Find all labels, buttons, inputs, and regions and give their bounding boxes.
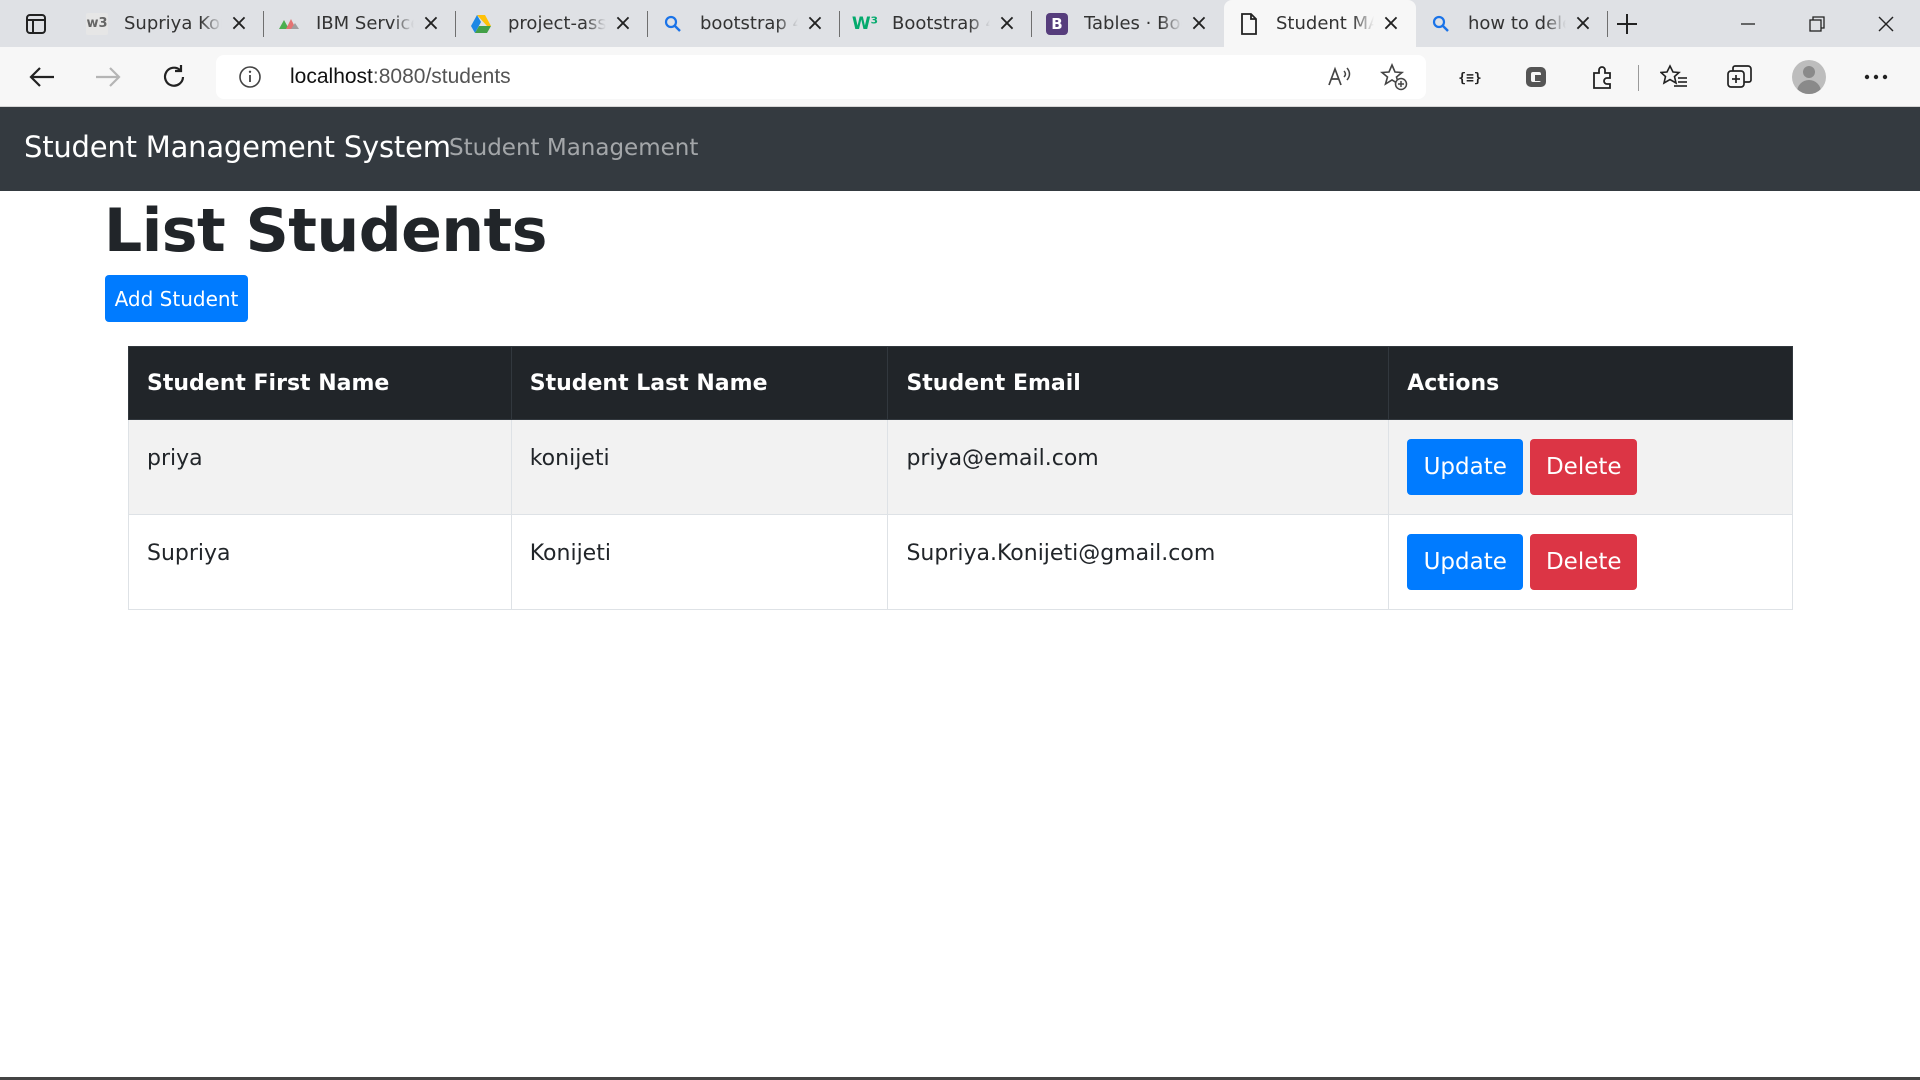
tab-title: Tables · Bootstrap: [1084, 13, 1182, 34]
json-viewer-extension-icon[interactable]: {≡}: [1452, 59, 1488, 95]
forward-arrow-icon: [96, 67, 121, 87]
address-bar[interactable]: localhost:8080/students: [216, 55, 1426, 99]
collections-icon[interactable]: [1722, 59, 1758, 95]
close-icon[interactable]: ×: [1572, 11, 1594, 36]
students-table: Student First Name Student Last Name Stu…: [128, 346, 1793, 610]
back-button[interactable]: [22, 57, 62, 97]
url-path: :8080/students: [372, 65, 511, 88]
column-header-email: Student Email: [887, 346, 1390, 420]
ibm-services-icon: [278, 13, 300, 35]
table-header-row: Student First Name Student Last Name Stu…: [128, 346, 1793, 420]
url-host: localhost: [290, 65, 373, 88]
tab-tables-bootstrap[interactable]: B Tables · Bootstrap ×: [1032, 0, 1224, 47]
tab-title: Supriya Konijeti: [124, 13, 222, 34]
avatar-head: [1803, 66, 1815, 78]
close-icon[interactable]: ×: [612, 11, 634, 36]
tab-title: IBM Services: [316, 13, 414, 34]
new-tab-button[interactable]: [1608, 8, 1646, 40]
nav-link-student-management[interactable]: Student Management: [449, 135, 698, 161]
forward-button[interactable]: [88, 57, 128, 97]
column-header-last-name: Student Last Name: [510, 346, 889, 420]
cell-email: priya@email.com: [887, 419, 1390, 515]
column-header-actions: Actions: [1388, 346, 1793, 420]
cell-last-name: Konijeti: [510, 514, 889, 610]
favorites-icon[interactable]: [1656, 59, 1692, 95]
app-navbar: Student Management System Student Manage…: [0, 107, 1920, 191]
tab-ibm-services[interactable]: IBM Services ×: [264, 0, 456, 47]
tab-actions-button[interactable]: [14, 8, 58, 40]
close-icon[interactable]: ×: [1380, 11, 1402, 36]
cell-email: Supriya.Konijeti@gmail.com: [887, 514, 1390, 610]
navbar-brand[interactable]: Student Management System: [24, 130, 451, 164]
tab-title: Bootstrap 4: [892, 13, 990, 34]
minimize-button[interactable]: [1713, 0, 1782, 47]
google-drive-icon: [470, 13, 492, 35]
profile-avatar[interactable]: [1792, 60, 1826, 94]
tab-actions-icon: [26, 14, 46, 34]
office-extension-icon[interactable]: [1518, 59, 1554, 95]
cell-first-name: Supriya: [128, 514, 512, 610]
tab-bootstrap-search[interactable]: bootstrap 4 ×: [648, 0, 840, 47]
cell-actions: Update Delete: [1388, 419, 1793, 515]
delete-button[interactable]: Delete: [1530, 439, 1638, 495]
close-window-button[interactable]: [1851, 0, 1920, 47]
cell-last-name: konijeti: [510, 419, 889, 515]
browser-tab-strip: w3 Supriya Konijeti × IBM Services × pro…: [0, 0, 1920, 47]
toolbar-divider: [1638, 65, 1639, 91]
page-title: List Students: [104, 196, 547, 266]
tab-title: Student MANAGEMENT: [1276, 13, 1374, 34]
window-controls: [1713, 0, 1920, 47]
tab-how-to-delete[interactable]: how to delete ×: [1416, 0, 1608, 47]
extensions-icon[interactable]: [1584, 59, 1620, 95]
restore-icon: [1808, 15, 1825, 32]
add-favorite-icon[interactable]: [1380, 63, 1408, 91]
read-aloud-icon[interactable]: [1326, 63, 1354, 91]
restore-button[interactable]: [1782, 0, 1851, 47]
info-icon[interactable]: [238, 65, 262, 93]
table-row: priya konijeti priya@email.com Update Del…: [128, 419, 1793, 515]
url-text[interactable]: localhost:8080/students: [290, 65, 511, 89]
w3schools-icon: w3: [86, 12, 108, 35]
tab-student-management[interactable]: Student MANAGEMENT ×: [1224, 0, 1416, 47]
tab-list: w3 Supriya Konijeti × IBM Services × pro…: [72, 0, 1608, 47]
close-icon[interactable]: ×: [804, 11, 826, 36]
close-window-icon: [1878, 16, 1893, 31]
tab-supriya[interactable]: w3 Supriya Konijeti ×: [72, 0, 264, 47]
avatar-body: [1797, 80, 1821, 94]
refresh-button[interactable]: [154, 57, 194, 97]
search-icon: [662, 13, 684, 35]
table-row: Supriya Konijeti Supriya.Konijeti@gmail.…: [128, 514, 1793, 610]
column-header-first-name: Student First Name: [128, 346, 512, 420]
svg-text:{≡}: {≡}: [1458, 71, 1481, 86]
plus-icon: [1617, 14, 1637, 34]
close-icon[interactable]: ×: [996, 11, 1018, 36]
browser-toolbar: localhost:8080/students {≡}: [0, 47, 1920, 107]
update-button[interactable]: Update: [1407, 439, 1524, 495]
cell-actions: Update Delete: [1388, 514, 1793, 610]
minimize-icon: [1740, 22, 1755, 25]
close-icon[interactable]: ×: [1188, 11, 1210, 36]
delete-button[interactable]: Delete: [1530, 534, 1638, 590]
back-arrow-icon: [29, 67, 54, 87]
search-icon: [1430, 13, 1452, 35]
close-icon[interactable]: ×: [228, 11, 250, 36]
page-icon: [1238, 12, 1260, 35]
tab-project-assets[interactable]: project-assets ×: [456, 0, 648, 47]
refresh-icon: [163, 65, 185, 87]
tab-title: how to delete: [1468, 13, 1566, 34]
close-icon[interactable]: ×: [420, 11, 442, 36]
tab-bootstrap-4[interactable]: W³ Bootstrap 4 ×: [840, 0, 1032, 47]
tab-title: project-assets: [508, 13, 606, 34]
w3schools-green-icon: W³: [851, 13, 879, 34]
cell-first-name: priya: [128, 419, 512, 515]
tab-title: bootstrap 4: [700, 13, 798, 34]
add-student-button[interactable]: Add Student: [105, 275, 248, 322]
bootstrap-icon: B: [1046, 12, 1068, 35]
update-button[interactable]: Update: [1407, 534, 1524, 590]
more-options-icon[interactable]: [1858, 59, 1894, 95]
